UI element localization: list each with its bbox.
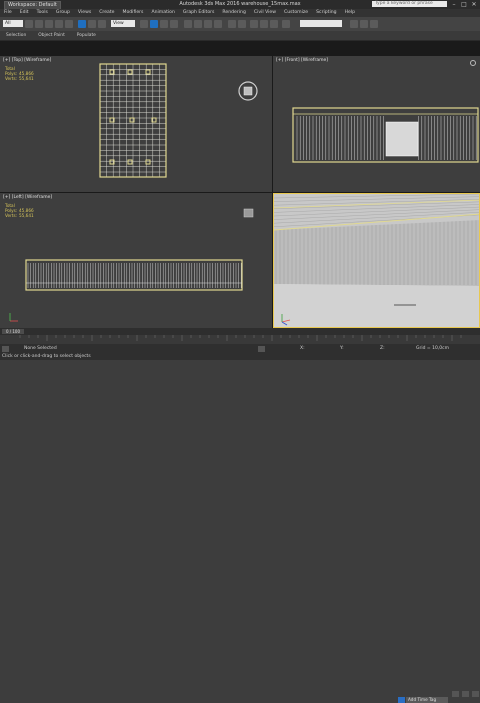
menu-create[interactable]: Create: [95, 9, 118, 17]
rect-select-icon[interactable]: [98, 20, 106, 28]
menu-group[interactable]: Group: [52, 9, 74, 17]
render-setup-icon[interactable]: [350, 20, 358, 28]
curve-icon[interactable]: [260, 20, 268, 28]
minimize-button[interactable]: –: [449, 0, 459, 9]
ribbon-tab-populate[interactable]: Populate: [71, 31, 102, 40]
viewport-left[interactable]: [+] [Left] [Wireframe] Total Polys: 45,86…: [0, 193, 272, 328]
move-icon[interactable]: [150, 20, 158, 28]
selection-set-input[interactable]: [300, 20, 342, 27]
menu-graph-editors[interactable]: Graph Editors: [179, 9, 219, 17]
select-icon[interactable]: [78, 20, 86, 28]
close-button[interactable]: ✕: [469, 0, 479, 9]
material-icon[interactable]: [282, 20, 290, 28]
viewport-area: [+] [Top] [Wireframe] Total Polys: 45,866…: [0, 41, 480, 328]
main-toolbar: All View: [0, 17, 480, 32]
link-icon[interactable]: [45, 20, 53, 28]
lock-icon[interactable]: [258, 346, 265, 352]
render-frame-icon[interactable]: [360, 20, 368, 28]
pan-icon[interactable]: [462, 691, 469, 697]
menu-civil-view[interactable]: Civil View: [250, 9, 280, 17]
menu-tools[interactable]: Tools: [33, 9, 52, 17]
viewcube-icon: [238, 81, 258, 101]
schematic-icon[interactable]: [270, 20, 278, 28]
grid-size: Grid = 10,0cm: [416, 346, 449, 351]
render-icon[interactable]: [370, 20, 378, 28]
snap-icon[interactable]: [184, 20, 192, 28]
window-icon[interactable]: [140, 20, 148, 28]
y-coord-label: Y:: [340, 346, 344, 351]
rotate-icon[interactable]: [160, 20, 168, 28]
left-wireframe: [9, 208, 254, 322]
ribbon-tabs: Selection Object Paint Populate: [0, 31, 480, 41]
undo-scope-dropdown[interactable]: All: [3, 20, 23, 27]
viewport-perspective[interactable]: [273, 193, 480, 328]
time-slider[interactable]: 0 / 100: [0, 328, 480, 335]
menu-rendering[interactable]: Rendering: [218, 9, 249, 17]
axis-tripod-icon: [9, 313, 18, 322]
menu-modifiers[interactable]: Modifiers: [118, 9, 147, 17]
menu-file[interactable]: File: [0, 9, 16, 17]
align-icon[interactable]: [238, 20, 246, 28]
unlink-icon[interactable]: [55, 20, 63, 28]
zoom-icon[interactable]: [452, 691, 459, 697]
menu-animation[interactable]: Animation: [147, 9, 178, 17]
menu-bar: File Edit Tools Group Views Create Modifiers An…: [0, 9, 480, 17]
menu-views[interactable]: Views: [74, 9, 95, 17]
perspective-render: [274, 194, 479, 327]
layer-icon[interactable]: [250, 20, 258, 28]
viewport-front[interactable]: [+] [Front] [Wireframe]: [273, 56, 480, 192]
angle-snap-icon[interactable]: [194, 20, 202, 28]
selection-status: None Selected: [24, 346, 57, 351]
scale-icon[interactable]: [170, 20, 178, 28]
top-wireframe: [99, 63, 258, 178]
percent-snap-icon[interactable]: [204, 20, 212, 28]
menu-customize[interactable]: Customize: [280, 9, 312, 17]
mirror-icon[interactable]: [228, 20, 236, 28]
viewport-top[interactable]: [+] [Top] [Wireframe] Total Polys: 45,866…: [0, 56, 272, 192]
search-input[interactable]: Type a keyword or phrase: [372, 1, 447, 7]
auto-key-button[interactable]: [398, 697, 405, 703]
title-bar: Workspace: Default Autodesk 3ds Max 2016…: [0, 0, 480, 10]
bind-icon[interactable]: [65, 20, 73, 28]
add-time-tag-button[interactable]: Add Time Tag: [406, 697, 448, 703]
maxscript-listener-button[interactable]: [2, 346, 9, 352]
gear-icon[interactable]: [273, 56, 480, 192]
x-coord-label: X:: [300, 346, 305, 351]
orbit-icon[interactable]: [472, 691, 479, 697]
menu-edit[interactable]: Edit: [16, 9, 33, 17]
prompt-line: Click or click-and-drag to select object…: [2, 354, 91, 359]
ribbon-tab-object-paint[interactable]: Object Paint: [32, 31, 71, 40]
ribbon-tab-selection[interactable]: Selection: [0, 31, 32, 40]
menu-scripting[interactable]: Scripting: [312, 9, 340, 17]
spinner-snap-icon[interactable]: [214, 20, 222, 28]
z-coord-label: Z:: [380, 346, 385, 351]
view-dropdown[interactable]: View: [111, 20, 135, 27]
undo-icon[interactable]: [25, 20, 33, 28]
time-slider-thumb[interactable]: 0 / 100: [2, 329, 24, 334]
status-bar: None Selected Click or click-and-drag to…: [0, 344, 480, 703]
viewcube-icon: [243, 208, 254, 218]
track-bar[interactable]: [0, 335, 480, 344]
maximize-button[interactable]: □: [459, 0, 469, 9]
select-name-icon[interactable]: [88, 20, 96, 28]
menu-help[interactable]: Help: [341, 9, 359, 17]
redo-icon[interactable]: [35, 20, 43, 28]
